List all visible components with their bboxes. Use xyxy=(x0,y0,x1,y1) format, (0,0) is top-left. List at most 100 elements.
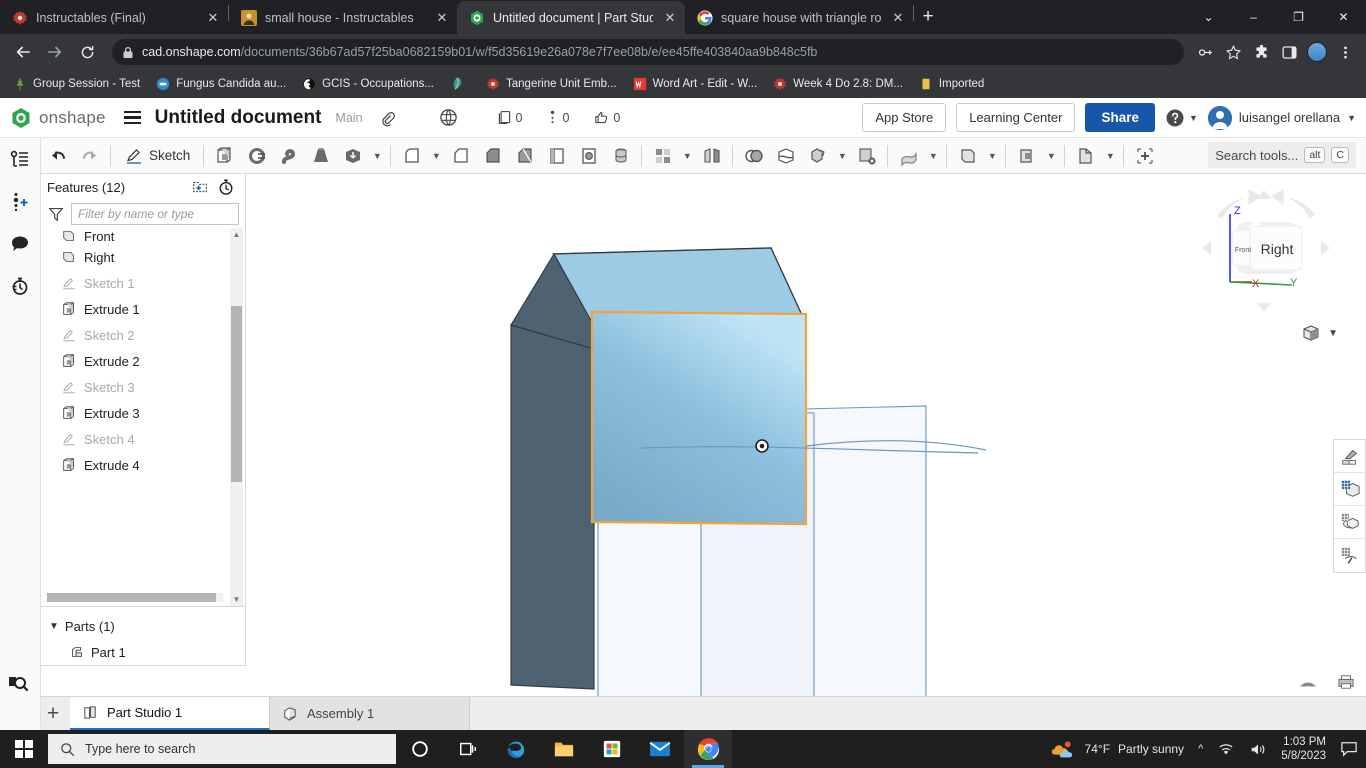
tab-close-icon[interactable]: ✕ xyxy=(661,10,679,26)
appearance-icon[interactable] xyxy=(1334,440,1365,473)
tree-item-sketch-2[interactable]: Sketch 2 xyxy=(41,322,245,348)
linear-pattern-button[interactable] xyxy=(647,141,678,171)
tray-expand-chevron-icon[interactable]: ^ xyxy=(1198,743,1203,755)
sketch-plane-button[interactable] xyxy=(1011,141,1042,171)
scroll-down-arrow-icon[interactable]: ▼ xyxy=(230,593,243,606)
add-tab-button[interactable]: + xyxy=(36,697,70,730)
examine-icon[interactable] xyxy=(6,670,30,694)
main-menu-button[interactable] xyxy=(124,111,141,124)
sketch-plane-dropdown[interactable]: ▼ xyxy=(1043,141,1059,171)
edge-icon[interactable] xyxy=(492,730,540,768)
user-menu[interactable]: luisangel orellana ▼ xyxy=(1208,106,1356,130)
taskbar-clock[interactable]: 1:03 PM 5/8/2023 xyxy=(1281,735,1326,764)
tab-assembly-1[interactable]: Assembly 1 xyxy=(270,697,470,730)
attach-link-icon[interactable] xyxy=(379,109,397,127)
share-link-icon[interactable] xyxy=(1192,39,1218,65)
surface-dropdown[interactable]: ▼ xyxy=(925,141,941,171)
variable-button[interactable] xyxy=(1129,141,1160,171)
back-button[interactable] xyxy=(8,37,38,67)
pattern-dropdown[interactable]: ▼ xyxy=(679,141,695,171)
composite-part-button[interactable] xyxy=(1070,141,1101,171)
rib-button[interactable] xyxy=(477,141,508,171)
shell-button[interactable] xyxy=(541,141,572,171)
loft-button[interactable] xyxy=(305,141,336,171)
composite-dropdown[interactable]: ▼ xyxy=(1102,141,1118,171)
start-button[interactable] xyxy=(0,730,48,768)
undo-button[interactable] xyxy=(42,141,73,171)
bookmark-item[interactable] xyxy=(443,74,477,94)
measure-icon[interactable] xyxy=(1334,539,1365,572)
tree-item-sketch-4[interactable]: Sketch 4 xyxy=(41,426,245,452)
comment-icon[interactable] xyxy=(6,230,34,258)
import-button[interactable] xyxy=(337,141,368,171)
parts-header[interactable]: ▼ Parts (1) xyxy=(41,613,245,639)
add-feature-icon[interactable] xyxy=(6,188,34,216)
tree-item-right[interactable]: Right xyxy=(41,244,245,270)
mirror-button[interactable] xyxy=(696,141,727,171)
window-maximize-button[interactable]: ❐ xyxy=(1276,0,1321,34)
onshape-logo[interactable]: onshape xyxy=(10,107,106,129)
filter-icon[interactable] xyxy=(47,205,65,223)
globe-icon[interactable] xyxy=(439,108,458,127)
tree-item-sketch-1[interactable]: Sketch 1 xyxy=(41,270,245,296)
new-tab-button[interactable]: + xyxy=(914,3,942,31)
chrome-menu-icon[interactable] xyxy=(1332,39,1358,65)
task-view-icon[interactable] xyxy=(444,730,492,768)
chrome-icon[interactable] xyxy=(684,730,732,768)
tree-item-extrude-2[interactable]: Extrude 2 xyxy=(41,348,245,374)
cortana-icon[interactable] xyxy=(396,730,444,768)
fillet-button[interactable] xyxy=(396,141,427,171)
draft-button[interactable] xyxy=(509,141,540,171)
side-panel-icon[interactable] xyxy=(1276,39,1302,65)
profile-avatar[interactable] xyxy=(1304,39,1330,65)
bookmark-item[interactable]: Week 4 Do 2.8: DM... xyxy=(766,74,910,94)
tree-item-sketch-3[interactable]: Sketch 3 xyxy=(41,374,245,400)
sweep-button[interactable] xyxy=(273,141,304,171)
transform-button[interactable] xyxy=(802,141,833,171)
plane-dropdown[interactable]: ▼ xyxy=(984,141,1000,171)
help-menu[interactable]: ▼ xyxy=(1165,108,1198,128)
branch-label[interactable]: Main xyxy=(335,111,362,125)
feature-list-icon[interactable] xyxy=(6,146,34,174)
likes-count[interactable]: 0 xyxy=(593,109,620,126)
sketch-button[interactable]: Sketch xyxy=(116,141,198,171)
versions-count[interactable]: 0 xyxy=(546,109,569,126)
redo-button[interactable] xyxy=(74,141,105,171)
tree-item-extrude-4[interactable]: Extrude 4 xyxy=(41,452,245,478)
search-tools-box[interactable]: Search tools... alt C xyxy=(1208,142,1356,168)
bookmark-item[interactable]: GCIS - Occupations... xyxy=(295,74,441,94)
print-view-icon[interactable] xyxy=(1336,674,1356,690)
feature-tree-vertical-scrollbar[interactable]: ▲ ▼ xyxy=(230,228,243,606)
import-dropdown[interactable]: ▼ xyxy=(369,141,385,171)
revolve-button[interactable] xyxy=(241,141,272,171)
section-view-icon[interactable] xyxy=(1334,473,1365,506)
tab-list-chevron-icon[interactable]: ⌄ xyxy=(1186,0,1231,34)
surface-button[interactable] xyxy=(893,141,924,171)
action-center-icon[interactable] xyxy=(1340,741,1358,757)
features-filter-input[interactable]: Filter by name or type xyxy=(71,203,239,225)
forward-button[interactable] xyxy=(40,37,70,67)
window-close-button[interactable]: ✕ xyxy=(1321,0,1366,34)
taskbar-search[interactable]: Type here to search xyxy=(48,734,396,764)
tab-close-icon[interactable]: ✕ xyxy=(204,10,222,26)
shaded-view-icon[interactable] xyxy=(1298,674,1318,690)
browser-tab-1[interactable]: small house - Instructables ✕ xyxy=(229,1,457,34)
feature-tree[interactable]: Front Right Sketch 1 Extrude 1 Sketch 2 … xyxy=(41,228,245,606)
tree-item-front[interactable]: Front xyxy=(41,230,245,244)
delete-part-button[interactable] xyxy=(851,141,882,171)
bookmark-item[interactable]: Fungus Candida au... xyxy=(149,74,293,94)
transform-dropdown[interactable]: ▼ xyxy=(834,141,850,171)
copies-count[interactable]: 0 xyxy=(496,109,523,126)
bookmark-item[interactable]: Tangerine Unit Emb... xyxy=(479,74,624,94)
share-button[interactable]: Share xyxy=(1085,103,1155,132)
bookmark-item[interactable]: Word Art - Edit - W... xyxy=(626,74,765,94)
browser-tab-0[interactable]: Instructables (Final) ✕ xyxy=(0,1,228,34)
browser-tab-3[interactable]: square house with triangle roof - ✕ xyxy=(685,1,913,34)
boolean-button[interactable] xyxy=(738,141,769,171)
thread-button[interactable] xyxy=(605,141,636,171)
learning-center-button[interactable]: Learning Center xyxy=(956,103,1075,132)
app-store-button[interactable]: App Store xyxy=(862,103,946,132)
part-list-item[interactable]: Part 1 xyxy=(41,639,245,665)
microsoft-store-icon[interactable] xyxy=(588,730,636,768)
view-cube[interactable]: Front Right Z X Y xyxy=(1186,184,1346,319)
